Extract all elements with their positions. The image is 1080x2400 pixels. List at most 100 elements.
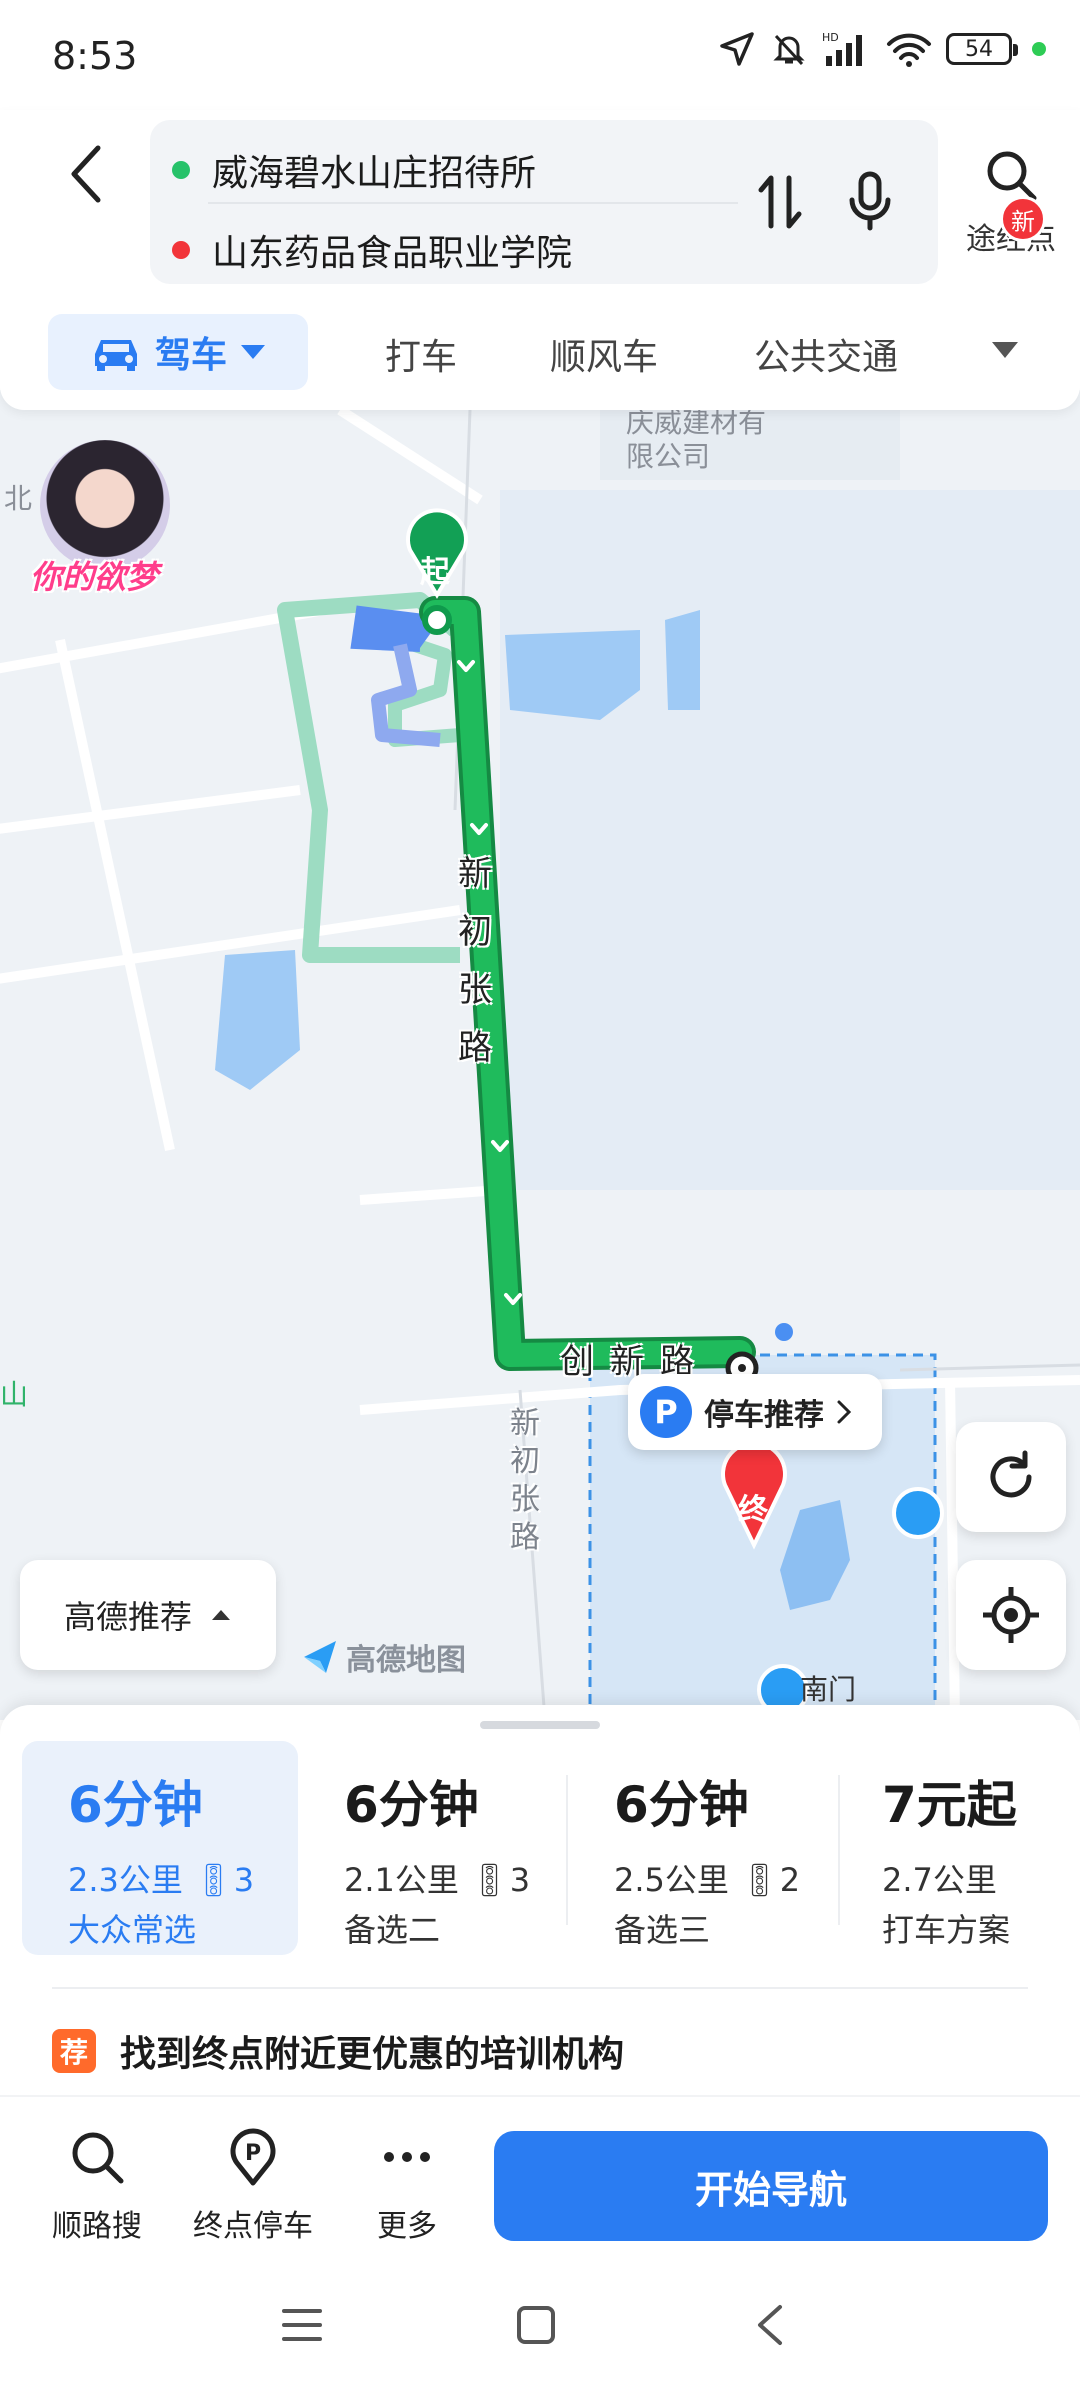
poi-label-company: 庆威建材有限公司 (626, 406, 767, 473)
back-button[interactable] (56, 134, 116, 214)
route-divider (208, 202, 738, 204)
plan-tag: 大众常选 (68, 1911, 197, 1949)
home-square-icon (517, 2306, 555, 2344)
parking-pin-icon: P (230, 2128, 276, 2186)
route-plan-2[interactable]: 6分钟 2.1公里 🚦︎3 备选二 (298, 1741, 566, 1955)
swap-route-button[interactable] (750, 166, 810, 238)
caret-down-icon (992, 342, 1018, 358)
parking-recommend-label: 停车推荐 (704, 1398, 824, 1433)
signal-icon: HD (822, 31, 862, 66)
bell-muted-icon (773, 34, 805, 66)
wifi-icon (887, 33, 931, 67)
route-preference-button[interactable]: 高德推荐 (20, 1560, 276, 1670)
refresh-route-button[interactable] (956, 1422, 1066, 1532)
parking-recommend-button[interactable]: P 停车推荐 (628, 1374, 882, 1450)
caret-up-icon (212, 1610, 230, 1620)
route-plan-1[interactable]: 6分钟 2.3公里 🚦︎3 大众常选 (22, 1741, 298, 1955)
route-input-box: 威海碧水山庄招待所 山东药品食品职业学院 (150, 120, 938, 284)
route-road-label: 新初张路 (458, 854, 492, 1068)
search-icon (987, 151, 1037, 201)
water-body (665, 610, 700, 710)
more-modes-button[interactable] (990, 340, 1020, 364)
tab-taxi[interactable]: 打车 (385, 328, 457, 380)
destination-parking-label: 终点停车 (193, 2209, 313, 2244)
map-view[interactable]: 起 终 你的欲梦 庆威建材有限公司 北 山 新初张路 新初张路 创新路 P 停车… (0, 390, 1080, 1720)
nav-home-button[interactable] (496, 2285, 576, 2365)
origin-dot-icon (172, 161, 190, 179)
transport-mode-tabs: 驾车 打车 顺风车 公共交通 (0, 310, 1080, 400)
plan-lights: 3 (233, 1861, 255, 1899)
plan-time: 6分钟 (68, 1776, 203, 1834)
plan-distance: 2.3公里 🚦︎3 (68, 1855, 254, 1901)
gate-icon (892, 1487, 944, 1539)
origin-text: 威海碧水山庄招待所 (212, 153, 537, 194)
tab-drive[interactable]: 驾车 (48, 314, 308, 390)
plan-lights: 3 (509, 1861, 531, 1899)
amap-logo-icon (304, 1641, 336, 1673)
location-arrow-icon (720, 32, 754, 66)
plan-distance-value: 2.1公里 (344, 1861, 459, 1899)
parking-icon: P (640, 1386, 692, 1438)
locate-icon (983, 1587, 1039, 1643)
destination-field[interactable]: 山东药品食品职业学院 (172, 224, 572, 276)
plan-distance-value: 2.3公里 (68, 1861, 183, 1899)
tab-carpool[interactable]: 顺风车 (550, 328, 658, 380)
user-avatar[interactable]: 你的欲梦 (30, 440, 180, 596)
privacy-indicator-dot (1032, 42, 1046, 56)
more-button[interactable]: 更多 (332, 2127, 482, 2245)
system-nav-bar (0, 2255, 1080, 2400)
promo-banner[interactable]: 荐 找到终点附近更优惠的培训机构 (52, 2025, 624, 2077)
plan-lights: 2 (779, 1861, 801, 1899)
plan-time: 6分钟 (344, 1776, 479, 1834)
search-along-button[interactable]: 顺路搜 (22, 2127, 172, 2245)
tab-public-transit[interactable]: 公共交通 (754, 328, 898, 380)
back-triangle-icon (758, 2305, 782, 2345)
voice-input-button[interactable] (840, 166, 900, 238)
route-plan-taxi[interactable]: 7元起 2.7公里 打车方案 (840, 1741, 1070, 1955)
plan-distance: 2.7公里 (882, 1861, 997, 1899)
traffic-light-icon: 🚦︎ (469, 1861, 510, 1899)
panel-divider (52, 1987, 1028, 1989)
my-location-button[interactable] (956, 1560, 1066, 1670)
status-bar: 8:53 HD 54 (0, 0, 1080, 110)
plan-price: 7元起 (882, 1776, 1017, 1834)
svg-text:HD: HD (822, 31, 839, 44)
water-body (215, 950, 300, 1090)
amap-logo: 高德地图 (300, 1635, 466, 1679)
route-plans-panel: 6分钟 2.3公里 🚦︎3 大众常选 6分钟 2.1公里 🚦︎3 备选二 6分钟… (0, 1705, 1080, 2400)
action-bar: 顺路搜 P 终点停车 更多 开始导航 (0, 2095, 1080, 2255)
search-along-label: 顺路搜 (52, 2209, 142, 2244)
south-gate-text: 南门 (800, 1673, 857, 1706)
nav-back-button[interactable] (730, 2285, 810, 2365)
drag-handle[interactable] (480, 1721, 600, 1729)
road-label-lower: 新初张路 (510, 1406, 540, 1555)
plan-time: 6分钟 (614, 1776, 749, 1834)
tab-drive-label: 驾车 (154, 335, 227, 376)
status-icons: HD 54 (718, 30, 1046, 68)
promo-text: 找到终点附近更优惠的培训机构 (120, 2034, 625, 2075)
traffic-light-icon: 🚦︎ (193, 1861, 234, 1899)
plan-distance: 2.1公里 🚦︎3 (344, 1855, 530, 1901)
svg-text:P: P (245, 2141, 261, 2166)
traffic-light-icon: 🚦︎ (739, 1861, 780, 1899)
start-navigation-button[interactable]: 开始导航 (494, 2131, 1048, 2241)
more-dots-icon (384, 2152, 430, 2162)
plan-tag: 备选三 (614, 1911, 711, 1949)
map-label-fragment: 山 (0, 1378, 29, 1411)
nav-menu-button[interactable] (262, 2285, 342, 2365)
end-marker-label: 终 (738, 1493, 768, 1528)
origin-field[interactable]: 威海碧水山庄招待所 (172, 144, 536, 196)
poi-dot-icon (775, 1323, 793, 1341)
menu-icon (282, 2309, 322, 2341)
chevron-right-icon (837, 1400, 852, 1424)
chevron-left-icon (71, 145, 101, 203)
destination-text: 山东药品食品职业学院 (212, 233, 573, 274)
destination-parking-button[interactable]: P 终点停车 (178, 2127, 328, 2245)
route-plan-3[interactable]: 6分钟 2.5公里 🚦︎2 备选三 (568, 1741, 838, 1955)
microphone-icon (849, 171, 891, 231)
map-label-north: 北 (4, 482, 33, 515)
plan-tag: 备选二 (344, 1911, 441, 1949)
battery-indicator: 54 (946, 33, 1018, 65)
recommend-tag: 荐 (52, 2029, 96, 2073)
destination-dot-icon (172, 241, 190, 259)
